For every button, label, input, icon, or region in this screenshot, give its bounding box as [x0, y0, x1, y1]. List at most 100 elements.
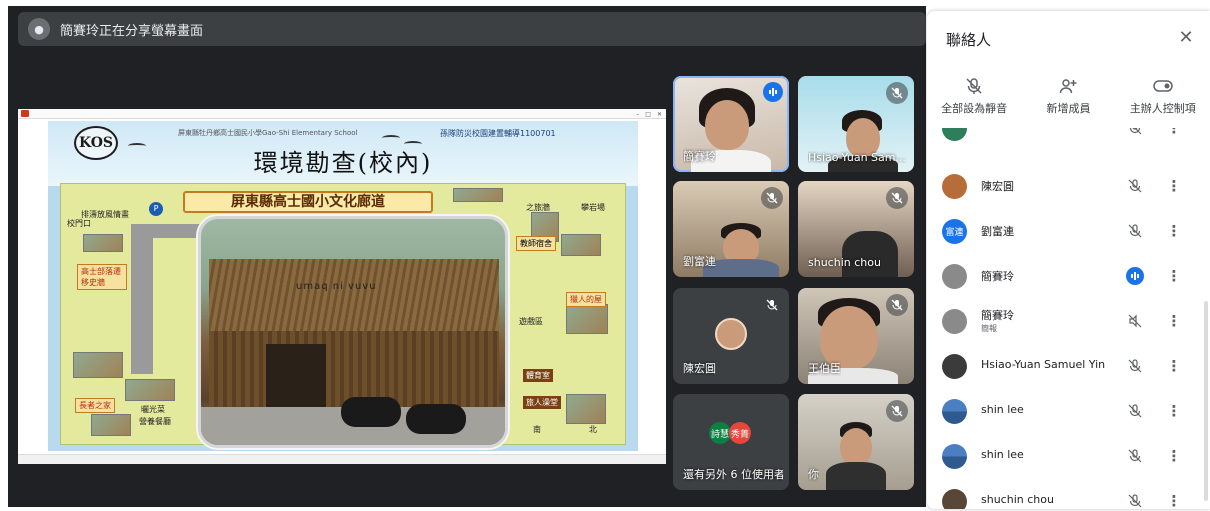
toggle-icon	[1153, 75, 1173, 97]
participant-avatar	[942, 174, 967, 199]
mic-off-icon[interactable]	[1126, 402, 1144, 420]
participant-avatar: 富連	[942, 219, 967, 244]
people-panel: 聯絡人 ✕ 全部設為靜音 新增成員 主辦人控制項 ⋮ 陳宏圓 ⋮ 富連 劉富連 …	[927, 11, 1210, 509]
video-tile[interactable]: 劉富連	[673, 181, 789, 277]
map-label: 遊戲區	[519, 317, 543, 326]
slide-subtitle: 孫隊防災校園建置輔導1100701	[440, 129, 556, 138]
slide-school-name: 屏東縣牡丹鄉高士國民小學Gao-Shi Elementary School	[178, 129, 358, 137]
participant-row[interactable]: ⋮	[927, 128, 1210, 150]
map-thumbnail	[453, 188, 503, 202]
person-shirt	[842, 231, 898, 277]
mic-off-icon[interactable]	[1126, 177, 1144, 195]
participant-avatar	[942, 309, 967, 334]
participant-name: 劉富連	[981, 225, 1014, 238]
window-controls: – □ ✕	[636, 111, 662, 118]
add-person-icon	[1059, 75, 1077, 97]
more-options-icon[interactable]: ⋮	[1165, 311, 1183, 331]
participant-name: 王伯臣	[808, 362, 841, 375]
mic-off-icon[interactable]	[1126, 447, 1144, 465]
map-label: 長者之家	[75, 398, 115, 413]
mic-off-icon	[886, 82, 908, 104]
powerpoint-icon	[21, 110, 29, 117]
presentation-slide: KOS 屏東縣牡丹鄉高士國民小學Gao-Shi Elementary Schoo…	[48, 121, 638, 451]
mic-off-icon	[886, 400, 908, 422]
participant-avatar	[942, 354, 967, 379]
slide-photo: umaq ni vuvu	[198, 216, 508, 448]
map-label: 高士部落遷移史牆	[77, 264, 127, 290]
map-label: 攀岩場	[581, 203, 605, 212]
mic-off-icon[interactable]	[1126, 357, 1144, 375]
close-icon[interactable]: ✕	[1174, 25, 1198, 49]
participant-row[interactable]: shin lee ⋮	[927, 434, 1210, 478]
participant-row[interactable]: 簡賽玲 簡報 ⋮	[927, 299, 1210, 343]
presentation-audio-off-icon[interactable]	[1126, 312, 1144, 330]
more-options-icon[interactable]: ⋮	[1165, 446, 1183, 466]
map-compass-north: 北	[589, 425, 597, 434]
participant-list: ⋮ 陳宏圓 ⋮ 富連 劉富連 ⋮ 簡賽玲 ⋮ 簡賽玲 簡報 ⋮ Hsiao-Yu…	[927, 128, 1210, 509]
video-tile[interactable]: 簡賽玲	[673, 76, 789, 172]
shared-window-statusbar	[18, 454, 666, 464]
more-options-icon[interactable]: ⋮	[1165, 128, 1183, 138]
more-options-icon[interactable]: ⋮	[1165, 221, 1183, 241]
participant-row[interactable]: 簡賽玲 ⋮	[927, 254, 1210, 298]
more-participants-label: 還有另外 6 位使用者	[683, 468, 783, 481]
host-controls-button[interactable]: 主辦人控制項	[1116, 75, 1210, 125]
participant-row[interactable]: 陳宏圓 ⋮	[927, 164, 1210, 208]
person-face	[840, 428, 872, 466]
slide-banner: 屏東縣高士國小文化廊道	[183, 191, 433, 213]
video-tile[interactable]: shuchin chou	[798, 181, 914, 277]
participant-row[interactable]: Hsiao-Yuan Samuel Yin ⋮	[927, 344, 1210, 388]
participant-name: 陳宏圓	[981, 180, 1014, 193]
mic-off-icon[interactable]	[1126, 128, 1144, 137]
participant-name: Hsiao-Yuan Sam...	[808, 151, 906, 164]
video-tile[interactable]: 陳宏圓	[673, 288, 789, 384]
motorcycle	[341, 397, 401, 427]
map-label: 校門口	[67, 219, 91, 228]
video-tile[interactable]: Hsiao-Yuan Sam...	[798, 76, 914, 172]
self-video-tile[interactable]: 你	[798, 394, 914, 490]
mic-off-icon[interactable]	[1126, 222, 1144, 240]
map-thumbnail	[566, 394, 606, 424]
speaking-indicator-icon	[1126, 267, 1144, 285]
map-thumbnail	[83, 234, 123, 252]
participant-name: 劉富連	[683, 255, 716, 268]
participant-name: shuchin chou	[808, 256, 881, 269]
more-options-icon[interactable]: ⋮	[1165, 401, 1183, 421]
person-face	[705, 100, 749, 150]
participant-name: 簡賽玲	[981, 270, 1014, 283]
mic-off-icon[interactable]	[1126, 492, 1144, 509]
participant-row[interactable]: shuchin chou ⋮	[927, 479, 1210, 509]
participant-row[interactable]: 富連 劉富連 ⋮	[927, 209, 1210, 253]
photo-sign: umaq ni vuvu	[296, 281, 377, 292]
mute-all-button[interactable]: 全部設為靜音	[927, 75, 1021, 125]
participant-row[interactable]: shin lee ⋮	[927, 389, 1210, 433]
map-thumbnail	[566, 304, 608, 334]
map-compass-south: 南	[533, 425, 541, 434]
map-label: 教師宿舍	[516, 236, 556, 251]
more-participants-tile[interactable]: 詩慧 秀菁 還有另外 6 位使用者	[673, 394, 789, 490]
map-thumbnail	[125, 379, 175, 401]
bird-icon	[382, 135, 400, 141]
person-shirt	[826, 462, 886, 490]
slide-title: 環境勘查(校內)	[253, 149, 433, 177]
photo-door	[266, 344, 326, 414]
map-path	[131, 224, 153, 374]
mic-off-icon	[965, 75, 983, 97]
mic-off-icon	[761, 187, 783, 209]
participant-name: shuchin chou	[981, 493, 1054, 506]
panel-actions: 全部設為靜音 新增成員 主辦人控制項	[927, 75, 1210, 125]
panel-title: 聯絡人	[946, 31, 992, 49]
participant-avatar	[942, 128, 967, 141]
add-people-button[interactable]: 新增成員	[1021, 75, 1115, 125]
panel-scrollbar[interactable]	[1204, 301, 1208, 501]
more-options-icon[interactable]: ⋮	[1165, 266, 1183, 286]
participant-avatar	[942, 264, 967, 289]
add-people-label: 新增成員	[1046, 102, 1091, 115]
participant-name: 陳宏圓	[683, 362, 716, 375]
video-tile[interactable]: 王伯臣	[798, 288, 914, 384]
participant-avatar	[715, 318, 747, 350]
more-options-icon[interactable]: ⋮	[1165, 491, 1183, 509]
more-options-icon[interactable]: ⋮	[1165, 176, 1183, 196]
more-options-icon[interactable]: ⋮	[1165, 356, 1183, 376]
participant-subtitle: 簡報	[981, 324, 997, 333]
